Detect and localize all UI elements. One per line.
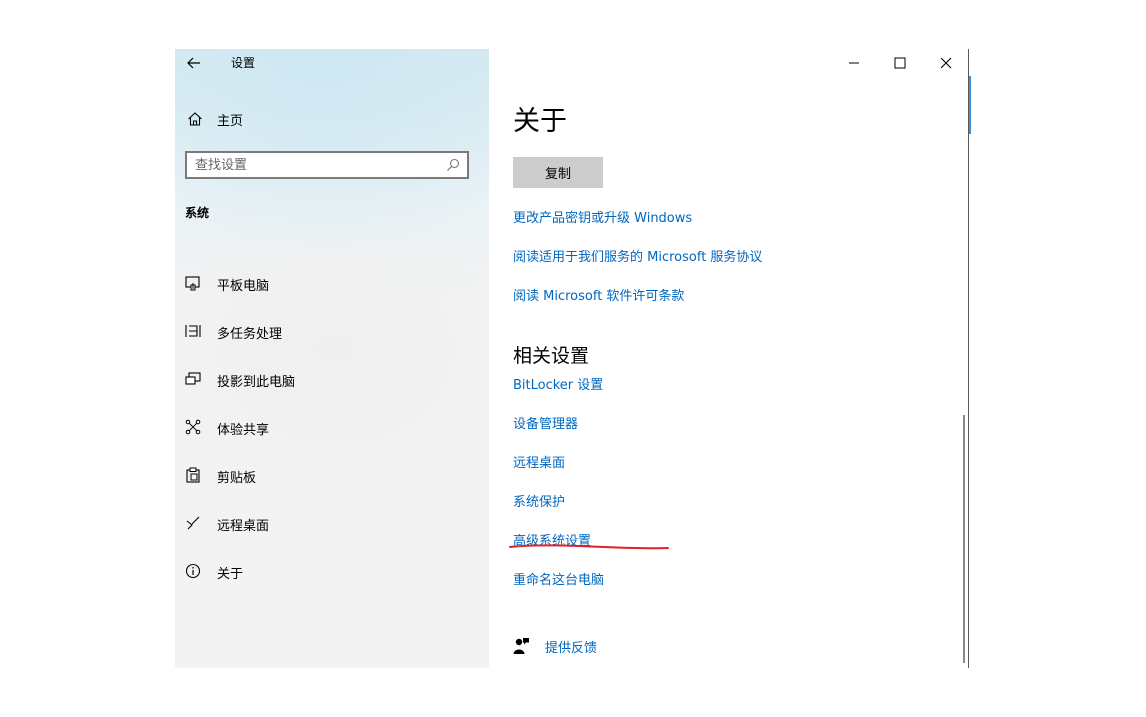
sidebar-item-label: 剪贴板 xyxy=(217,471,257,486)
back-arrow-icon xyxy=(187,57,200,69)
sidebar-item-label: 多任务处理 xyxy=(217,327,283,342)
maximize-button[interactable] xyxy=(877,49,923,77)
close-button[interactable] xyxy=(923,49,969,77)
tablet-icon xyxy=(185,276,200,291)
sidebar-item-label: 远程桌面 xyxy=(217,519,270,534)
device-manager-link[interactable]: 设备管理器 xyxy=(513,413,578,432)
related-settings-heading: 相关设置 xyxy=(513,345,590,367)
sidebar-item-about[interactable]: 关于 xyxy=(175,556,489,586)
sidebar-item-shared-experiences[interactable]: 体验共享 xyxy=(175,412,489,442)
minimize-button[interactable] xyxy=(831,49,877,77)
rename-pc-link[interactable]: 重命名这台电脑 xyxy=(513,569,604,588)
maximize-icon xyxy=(894,57,906,69)
sidebar-item-project[interactable]: 投影到此电脑 xyxy=(175,364,489,394)
close-icon xyxy=(940,57,952,69)
window-title: 设置 xyxy=(231,56,256,70)
search-icon xyxy=(447,158,460,171)
give-feedback-label: 提供反馈 xyxy=(545,641,598,656)
copy-button[interactable]: 复制 xyxy=(513,157,603,188)
clipboard-icon xyxy=(186,467,200,483)
feedback-icon xyxy=(513,638,529,654)
sidebar-item-multitasking[interactable]: 多任务处理 xyxy=(175,316,489,346)
sidebar-item-label: 投影到此电脑 xyxy=(217,375,296,390)
sidebar-item-label: 平板电脑 xyxy=(217,279,270,294)
sidebar-section-title: 系统 xyxy=(185,206,210,220)
sidebar-item-remote-desktop[interactable]: 远程桌面 xyxy=(175,508,489,538)
sidebar-home-label: 主页 xyxy=(217,114,244,129)
search-input[interactable] xyxy=(195,156,435,174)
multitasking-icon xyxy=(185,325,201,337)
minimize-icon xyxy=(849,62,859,64)
bitlocker-settings-link[interactable]: BitLocker 设置 xyxy=(513,374,603,393)
scrollbar-thumb[interactable] xyxy=(963,415,965,663)
sidebar-item-clipboard[interactable]: 剪贴板 xyxy=(175,460,489,490)
share-icon xyxy=(185,419,201,435)
page-title: 关于 xyxy=(513,106,567,137)
system-protection-link[interactable]: 系统保护 xyxy=(513,491,565,510)
settings-window: 设置 主页 系统 平板电脑 多任务处理 xyxy=(175,49,969,668)
window-border xyxy=(968,49,969,668)
home-icon xyxy=(188,112,202,126)
service-agreement-link[interactable]: 阅读适用于我们服务的 Microsoft 服务协议 xyxy=(513,246,762,265)
sidebar-item-label: 体验共享 xyxy=(217,423,270,438)
change-product-key-link[interactable]: 更改产品密钥或升级 Windows xyxy=(513,207,692,226)
red-annotation-underline xyxy=(509,544,669,550)
search-field[interactable] xyxy=(185,151,469,179)
sidebar-item-tablet[interactable]: 平板电脑 xyxy=(175,268,489,298)
back-button[interactable] xyxy=(185,53,215,73)
info-icon xyxy=(185,563,201,579)
sidebar-home[interactable]: 主页 xyxy=(175,105,489,133)
background-window-edge xyxy=(969,76,971,134)
project-icon xyxy=(185,372,201,385)
sidebar-item-label: 关于 xyxy=(217,567,244,582)
sidebar: 设置 主页 系统 平板电脑 多任务处理 xyxy=(175,49,489,668)
remote-desktop-link[interactable]: 远程桌面 xyxy=(513,452,565,471)
remote-desktop-icon xyxy=(186,516,200,530)
license-terms-link[interactable]: 阅读 Microsoft 软件许可条款 xyxy=(513,285,684,304)
